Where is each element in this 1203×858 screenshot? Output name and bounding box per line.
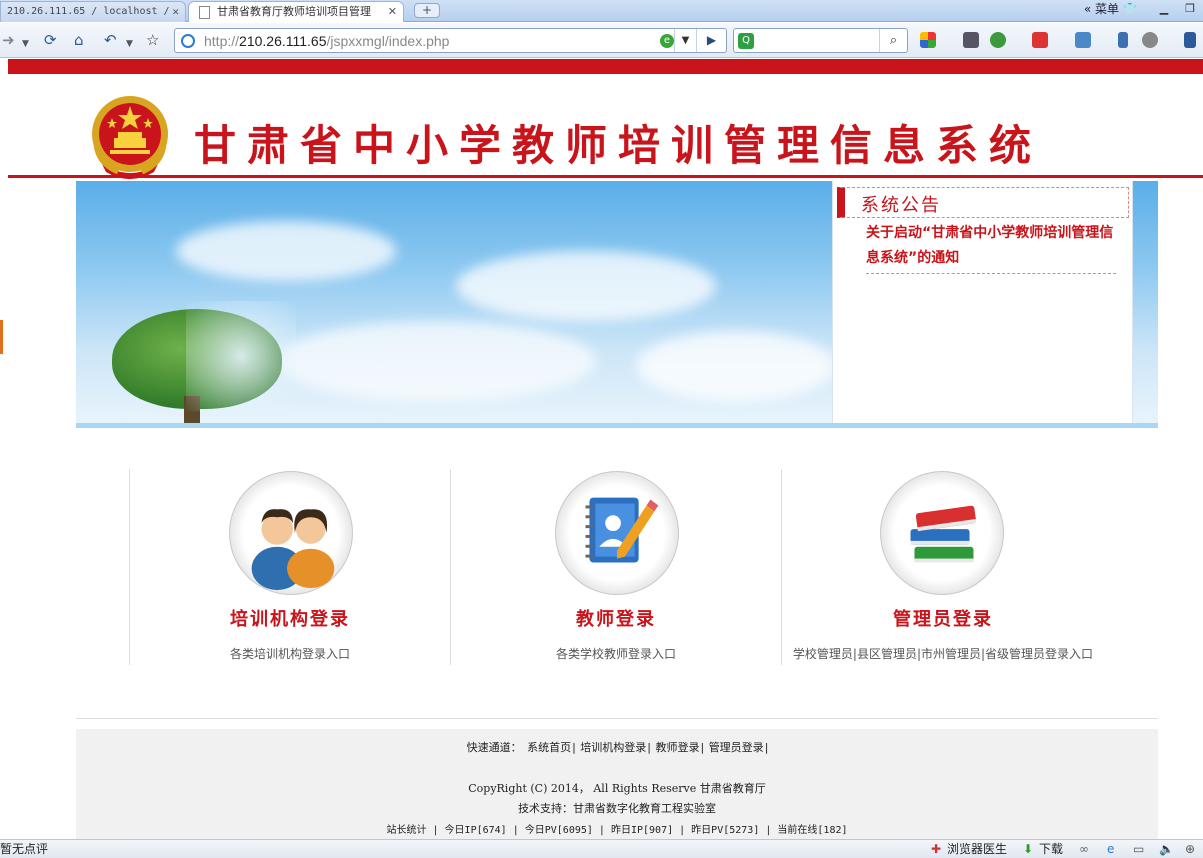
entry-desc[interactable]: 学校管理员|县区管理员|市州管理员|省级管理员登录入口 xyxy=(782,645,1104,662)
forward-icon[interactable]: ➜ xyxy=(2,31,15,49)
header-divider xyxy=(8,175,1203,178)
menu-label: 菜单 xyxy=(1094,2,1119,16)
compat-mode-icon[interactable]: e xyxy=(660,34,674,48)
browser-toolbar: ➜ ▼ ⟳ ⌂ ↶ ▼ ☆ http://210.26.111.65/jspxx… xyxy=(0,23,1203,58)
search-box[interactable]: Q ⌕ xyxy=(733,28,908,53)
chevron-down-icon[interactable]: ▼ xyxy=(126,35,133,53)
entry-label[interactable]: 教师登录 xyxy=(451,605,781,631)
minimize-button[interactable]: ▁ xyxy=(1153,2,1175,18)
announcement-panel: 系统公告 关于启动“甘肃省中小学教师培训管理信息系统”的通知 xyxy=(832,181,1133,423)
address-bar[interactable]: http://210.26.111.65/jspxxmgl/index.php … xyxy=(174,28,727,53)
banner-bottom-strip xyxy=(76,423,1158,428)
status-text[interactable]: 暂无点评 xyxy=(0,840,48,858)
notebook-pen-icon[interactable] xyxy=(555,471,679,595)
announcement-header: 系统公告 xyxy=(837,187,1129,218)
tools-icon[interactable] xyxy=(1184,32,1196,48)
copyright-text: CopyRight (C) 2014， All Rights Reserve 甘… xyxy=(468,782,766,795)
star-icon[interactable]: ☆ xyxy=(146,31,159,49)
quick-link-admin[interactable]: 管理员登录 xyxy=(709,741,764,754)
page-footer: 快速通道： 系统首页| 培训机构登录| 教师登录| 管理员登录| CopyRig… xyxy=(76,729,1158,839)
ie-icon[interactable]: e xyxy=(1107,840,1114,858)
entry-teacher-login[interactable]: 教师登录 各类学校教师登录入口 xyxy=(450,469,781,665)
national-emblem-icon xyxy=(92,96,168,179)
entry-label[interactable]: 培训机构登录 xyxy=(130,605,450,631)
web-page: 甘肃省中小学教师培训管理信息系统 系统公告 关于启动“甘肃省中小学教师培训管理信… xyxy=(8,59,1203,839)
restore-button[interactable]: ❐ xyxy=(1179,2,1201,18)
screenshot-icon[interactable] xyxy=(1075,32,1091,48)
close-icon[interactable]: ✕ xyxy=(172,2,179,22)
announcement-title: 系统公告 xyxy=(861,195,941,216)
site-stats[interactable]: 站长统计 | 今日IP[674] | 今日PV[6095] | 昨日IP[907… xyxy=(76,821,1158,836)
tab-label: 210.26.111.65 / localhost / xyxy=(7,6,170,17)
browser-doctor-button[interactable]: 浏览器医生 xyxy=(947,840,1007,858)
go-button[interactable]: ▶ xyxy=(696,29,726,52)
device-icon[interactable] xyxy=(1118,32,1128,48)
status-tools: ✚ 浏览器医生 ⬇ 下载 ∞ e ▭ 🔈 ⊕ xyxy=(923,840,1203,858)
search-engine-icon[interactable]: Q xyxy=(738,33,754,49)
entry-desc: 各类学校教师登录入口 xyxy=(555,647,676,661)
books-icon[interactable] xyxy=(880,471,1004,595)
top-red-bar xyxy=(8,59,1203,74)
quick-link-teacher[interactable]: 教师登录 xyxy=(655,741,699,754)
chevrons-icon: « xyxy=(1083,2,1092,16)
login-entries: 培训机构登录 各类培训机构登录入口 教师登录 各类学校教师登录入口 管理员登录 … xyxy=(76,469,1158,669)
search-button[interactable]: ⌕ xyxy=(879,29,907,52)
glasses-icon[interactable]: ∞ xyxy=(1079,840,1089,858)
speaker-icon[interactable]: 🔈 xyxy=(1159,840,1174,858)
new-tab-button[interactable]: + xyxy=(414,3,440,18)
undo-icon[interactable]: ↶ xyxy=(104,31,117,49)
browser-tab-bar: 210.26.111.65 / localhost / ✕ 甘肃省教育厅教师培训… xyxy=(0,0,1203,22)
tech-support-text: 技术支持：甘肃省数字化教育工程实验室 xyxy=(518,802,716,815)
tab-label: 甘肃省教育厅教师培训项目管理 xyxy=(217,5,371,18)
users-icon[interactable] xyxy=(229,471,353,595)
search-input[interactable] xyxy=(760,32,875,49)
download-icon: ⬇ xyxy=(1023,842,1034,856)
refresh-icon[interactable]: ⟳ xyxy=(44,31,57,49)
plus-icon: ✚ xyxy=(931,842,942,856)
apps-icon[interactable] xyxy=(920,32,936,48)
gamepad-icon[interactable] xyxy=(1142,32,1158,48)
browser-status-bar: 暂无点评 ✚ 浏览器医生 ⬇ 下载 ∞ e ▭ 🔈 ⊕ xyxy=(0,839,1203,858)
browser-menu[interactable]: « 菜单 xyxy=(1084,0,1119,18)
quick-link-institution[interactable]: 培训机构登录 xyxy=(580,741,646,754)
zoom-icon[interactable]: ⊕ xyxy=(1185,840,1195,858)
close-icon[interactable]: ✕ xyxy=(388,2,397,22)
translate-icon[interactable] xyxy=(1032,32,1048,48)
entry-desc: 各类培训机构登录入口 xyxy=(229,647,350,661)
site-header: 甘肃省中小学教师培训管理信息系统 xyxy=(8,74,1203,179)
shield-icon[interactable] xyxy=(990,32,1006,48)
quick-links-label: 快速通道： xyxy=(466,741,522,754)
home-icon[interactable]: ⌂ xyxy=(74,31,84,49)
skin-icon[interactable]: 👕 xyxy=(1119,2,1141,18)
address-dropdown-button[interactable]: ▼ xyxy=(674,29,696,52)
url-text[interactable]: http://210.26.111.65/jspxxmgl/index.php xyxy=(204,32,449,50)
entry-label[interactable]: 管理员登录 xyxy=(782,605,1104,631)
site-title: 甘肃省中小学教师培训管理信息系统 xyxy=(194,121,1043,170)
download-button[interactable]: 下载 xyxy=(1039,840,1063,858)
quick-link-home[interactable]: 系统首页 xyxy=(527,741,571,754)
announcement-link[interactable]: 关于启动“甘肃省中小学教师培训管理信息系统”的通知 xyxy=(866,221,1116,274)
browser-tab-current[interactable]: 甘肃省教育厅教师培训项目管理 ✕ xyxy=(188,1,404,22)
page-icon xyxy=(199,6,210,19)
entry-admin-login[interactable]: 管理员登录 学校管理员|县区管理员|市州管理员|省级管理员登录入口 xyxy=(781,469,1104,665)
chevron-down-icon[interactable]: ▼ xyxy=(22,35,29,53)
video-icon[interactable] xyxy=(963,32,979,48)
quick-links: 快速通道： 系统首页| 培训机构登录| 教师登录| 管理员登录| xyxy=(466,741,769,754)
footer-divider xyxy=(76,718,1158,719)
globe-icon xyxy=(181,34,195,48)
entry-institution-login[interactable]: 培训机构登录 各类培训机构登录入口 xyxy=(129,469,450,665)
window-icon[interactable]: ▭ xyxy=(1133,840,1144,858)
sidebar-handle[interactable] xyxy=(0,320,3,354)
browser-tab-phpmyadmin[interactable]: 210.26.111.65 / localhost / ✕ xyxy=(0,1,186,22)
